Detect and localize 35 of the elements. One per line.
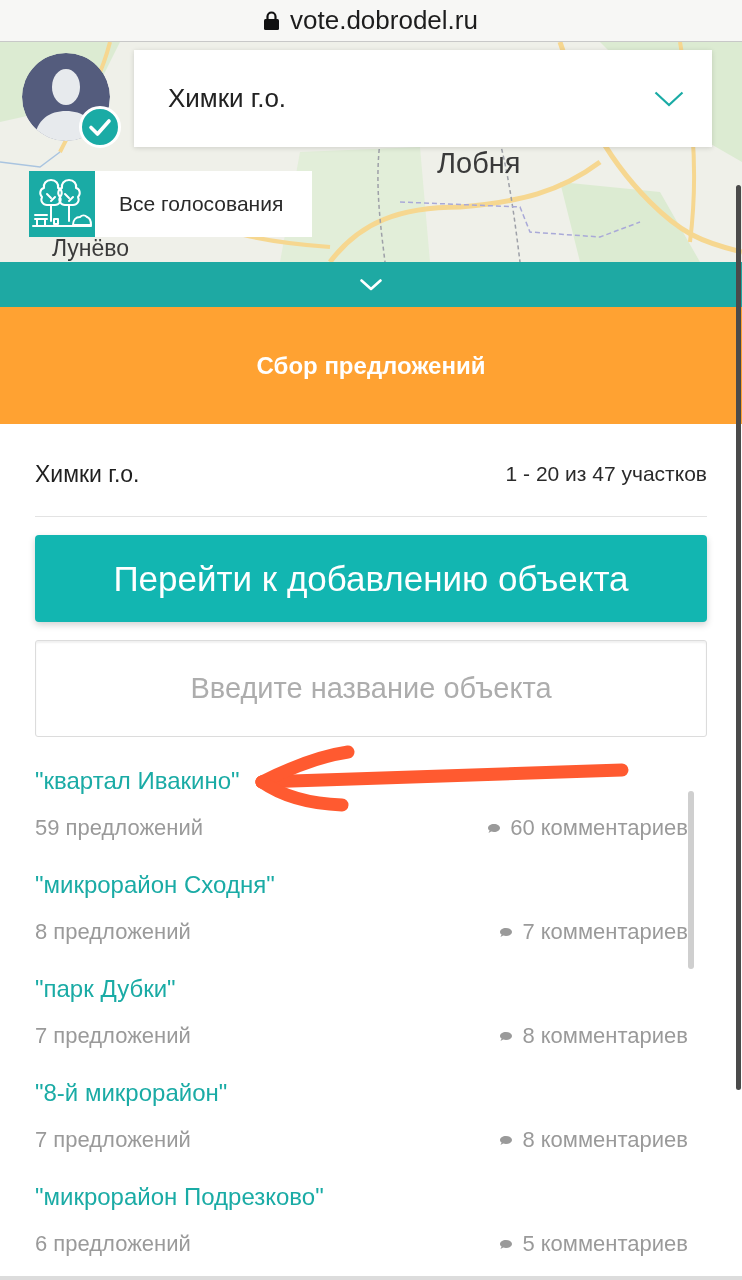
proposals-count: 7 предложений — [35, 1023, 191, 1049]
chevron-down-icon — [360, 278, 382, 291]
object-link[interactable]: "микрорайон Подрезково" — [35, 1183, 324, 1211]
region-dropdown[interactable]: Химки г.о. — [134, 50, 712, 147]
comments-count: 7 комментариев — [522, 919, 688, 945]
proposals-count: 8 предложений — [35, 919, 191, 945]
results-range: 1 - 20 из 47 участков — [505, 462, 707, 486]
proposals-count: 7 предложений — [35, 1127, 191, 1153]
speech-bubble-icon — [500, 1031, 513, 1041]
park-icon — [29, 171, 95, 237]
object-link[interactable]: "квартал Ивакино" — [35, 767, 240, 795]
category-button[interactable]: Все голосования — [29, 171, 312, 237]
address-bar[interactable]: vote.dobrodel.ru — [0, 0, 742, 42]
speech-bubble-icon — [500, 1239, 513, 1249]
map-label: Лунёво — [52, 236, 130, 262]
speech-bubble-icon — [500, 927, 513, 937]
object-link[interactable]: "8-й микрорайон" — [35, 1079, 228, 1107]
object-link[interactable]: "микрорайон Сходня" — [35, 871, 275, 899]
comments-count: 8 комментариев — [522, 1127, 688, 1153]
region-title: Химки г.о. — [35, 460, 140, 488]
proposals-count: 59 предложений — [35, 815, 204, 841]
lock-icon — [264, 11, 280, 30]
proposals-count: 6 предложений — [35, 1231, 191, 1257]
comments-count: 60 комментариев — [510, 815, 688, 841]
chevron-down-icon — [654, 90, 684, 107]
comments-count: 8 комментариев — [522, 1023, 688, 1049]
add-object-button[interactable]: Перейти к добавлению объекта — [35, 535, 707, 622]
object-link[interactable]: "парк Дубки" — [35, 975, 176, 1003]
stage-banner: Сбор предложений — [0, 307, 742, 424]
speech-bubble-icon — [488, 823, 501, 833]
speech-bubble-icon — [500, 1135, 513, 1145]
url-text: vote.dobrodel.ru — [290, 5, 478, 36]
comments-count: 5 комментариев — [522, 1231, 688, 1257]
map-label: Лобня — [437, 148, 521, 180]
search-field[interactable]: Введите название объекта — [35, 640, 707, 737]
